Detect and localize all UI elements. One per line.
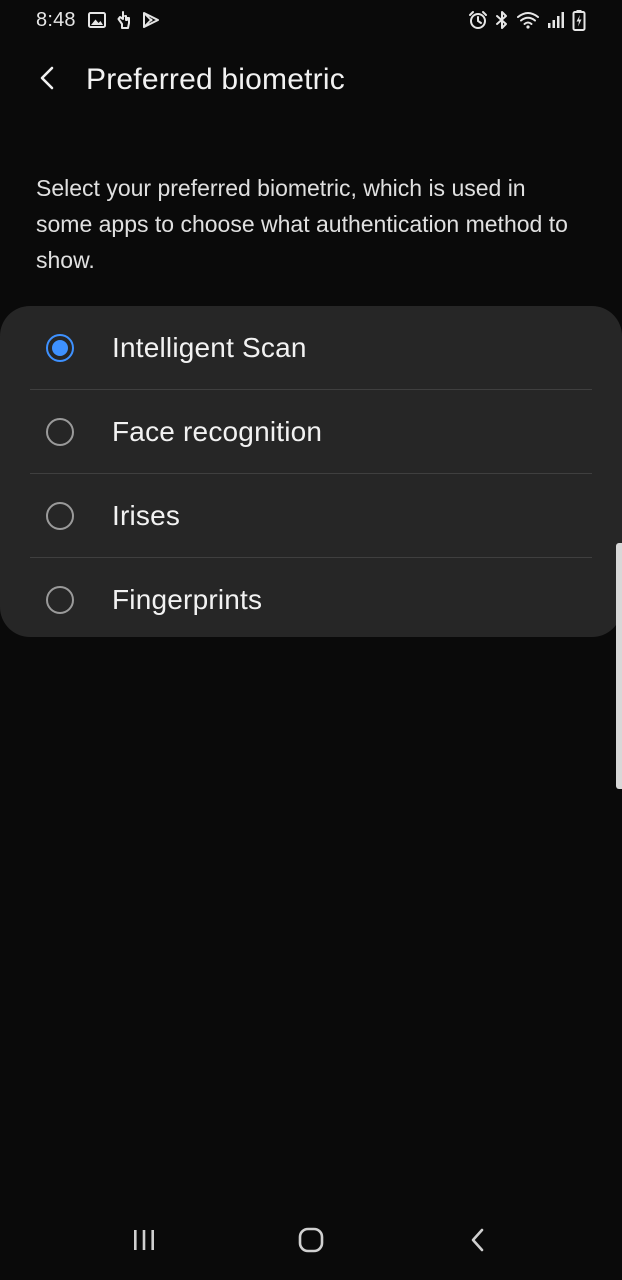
biometric-options-list: Intelligent Scan Face recognition Irises… <box>0 306 622 637</box>
hand-icon <box>116 10 132 30</box>
wifi-icon <box>516 10 540 30</box>
play-store-icon <box>142 11 160 29</box>
option-irises[interactable]: Irises <box>30 473 592 557</box>
back-icon <box>468 1226 488 1259</box>
status-time: 8:48 <box>36 8 76 31</box>
radio-button[interactable] <box>46 585 74 614</box>
option-intelligent-scan[interactable]: Intelligent Scan <box>30 306 592 389</box>
option-fingerprints[interactable]: Fingerprints <box>30 557 592 641</box>
option-label: Face recognition <box>112 415 323 447</box>
description-text: Select your preferred biometric, which i… <box>36 175 568 273</box>
navigation-bar <box>0 1204 622 1280</box>
page-title: Preferred biometric <box>86 63 345 96</box>
recent-apps-icon <box>131 1228 157 1257</box>
bluetooth-icon <box>494 10 510 30</box>
gallery-icon <box>87 11 106 29</box>
home-button[interactable] <box>271 1212 351 1272</box>
radio-button[interactable] <box>46 501 74 530</box>
recent-apps-button[interactable] <box>104 1212 184 1272</box>
radio-button[interactable] <box>46 417 74 446</box>
nav-back-button[interactable] <box>438 1212 518 1272</box>
back-button[interactable] <box>18 50 78 110</box>
status-right-icons <box>468 9 586 31</box>
radio-dot <box>52 339 68 356</box>
battery-charging-icon <box>572 9 586 31</box>
signal-icon <box>546 10 566 30</box>
status-bar: 8:48 <box>0 0 622 40</box>
alarm-icon <box>468 10 488 30</box>
home-icon <box>297 1226 325 1259</box>
option-label: Intelligent Scan <box>112 331 307 363</box>
status-left-icons <box>87 10 160 30</box>
scrollbar[interactable] <box>616 543 622 789</box>
app-bar: Preferred biometric <box>0 50 622 110</box>
option-label: Irises <box>112 499 181 531</box>
chevron-left-icon <box>36 64 60 97</box>
screen: 8:48 Preferred biometric Select your pre… <box>0 0 622 1280</box>
option-label: Fingerprints <box>112 583 263 615</box>
option-face-recognition[interactable]: Face recognition <box>30 389 592 473</box>
radio-button-selected[interactable] <box>46 333 74 362</box>
